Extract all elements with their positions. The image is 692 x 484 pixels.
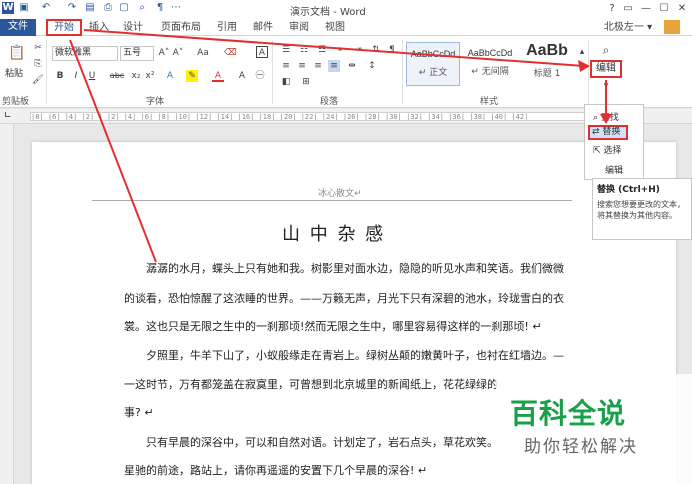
arrow-head-editing [578, 60, 590, 72]
arrow-to-home-tab [69, 39, 157, 263]
watermark-subtitle: 助你轻松解决 [524, 437, 638, 457]
arrow-head-replace [600, 114, 612, 124]
watermark-title: 百科全说 [510, 397, 627, 430]
arrow-to-editing [83, 29, 585, 67]
